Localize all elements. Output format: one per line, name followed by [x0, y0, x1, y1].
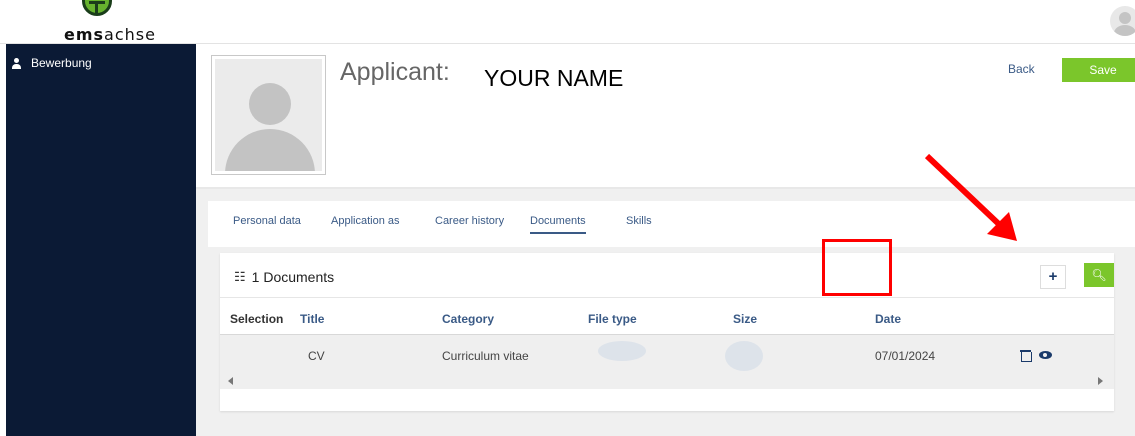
logo-mark-icon [82, 0, 112, 16]
column-size[interactable]: Size [733, 312, 757, 326]
scroll-right-arrow[interactable] [1098, 377, 1103, 385]
checklist-icon: ☷ [234, 269, 246, 284]
photo-placeholder-body [225, 129, 315, 171]
annotation-arrow-shaft [924, 153, 1006, 231]
logo-text: emsachse [64, 25, 156, 44]
table-header: Selection Title Category File type Size … [220, 297, 1114, 335]
user-avatar[interactable] [1110, 6, 1135, 36]
annotation-highlight-box [822, 239, 892, 296]
applicant-name: YOUR NAME [484, 65, 624, 91]
tab-documents[interactable]: Documents [530, 215, 586, 234]
back-link[interactable]: Back [1008, 62, 1035, 76]
column-file-type[interactable]: File type [588, 312, 637, 326]
table-row[interactable]: CV Curriculum vitae 07/01/2024 [220, 335, 1114, 389]
cell-size-redacted [725, 341, 763, 371]
trash-icon[interactable] [1020, 349, 1032, 362]
documents-title: ☷ 1 Documents [234, 269, 334, 285]
annotation-arrow [924, 153, 1017, 241]
column-category[interactable]: Category [442, 312, 494, 326]
sidebar: Bewerbung [6, 44, 196, 436]
tab-application-as[interactable]: Application as [331, 215, 400, 227]
column-selection[interactable]: Selection [230, 312, 283, 326]
top-bar: emsachse [0, 0, 1135, 44]
sidebar-item-bewerbung[interactable]: Bewerbung [12, 56, 92, 70]
sidebar-item-label: Bewerbung [31, 56, 92, 70]
save-button[interactable]: Save [1062, 58, 1135, 82]
tab-career-history[interactable]: Career history [435, 215, 504, 227]
app-logo[interactable]: emsachse [64, 0, 164, 44]
add-document-button[interactable]: + [1040, 265, 1066, 289]
tab-personal-data[interactable]: Personal data [233, 215, 301, 227]
cell-category: Curriculum vitae [442, 349, 529, 363]
scroll-left-arrow[interactable] [228, 377, 233, 385]
cell-file-type-redacted [598, 341, 646, 361]
column-title[interactable]: Title [300, 312, 324, 326]
search-icon: 🔍︎ [1091, 268, 1107, 282]
eye-icon[interactable] [1039, 351, 1052, 359]
column-date[interactable]: Date [875, 312, 901, 326]
cell-date: 07/01/2024 [875, 349, 936, 363]
photo-placeholder-head [249, 83, 291, 125]
search-button[interactable]: 🔍︎ [1084, 263, 1114, 287]
documents-count-label: 1 Documents [251, 269, 335, 285]
cell-title: CV [308, 349, 325, 363]
tab-skills[interactable]: Skills [626, 215, 652, 227]
applicant-photo[interactable] [211, 55, 326, 175]
person-icon [12, 57, 21, 69]
documents-panel: ☷ 1 Documents + 🔍︎ Selection Title Categ… [220, 253, 1114, 411]
applicant-label: Applicant: [340, 58, 450, 86]
